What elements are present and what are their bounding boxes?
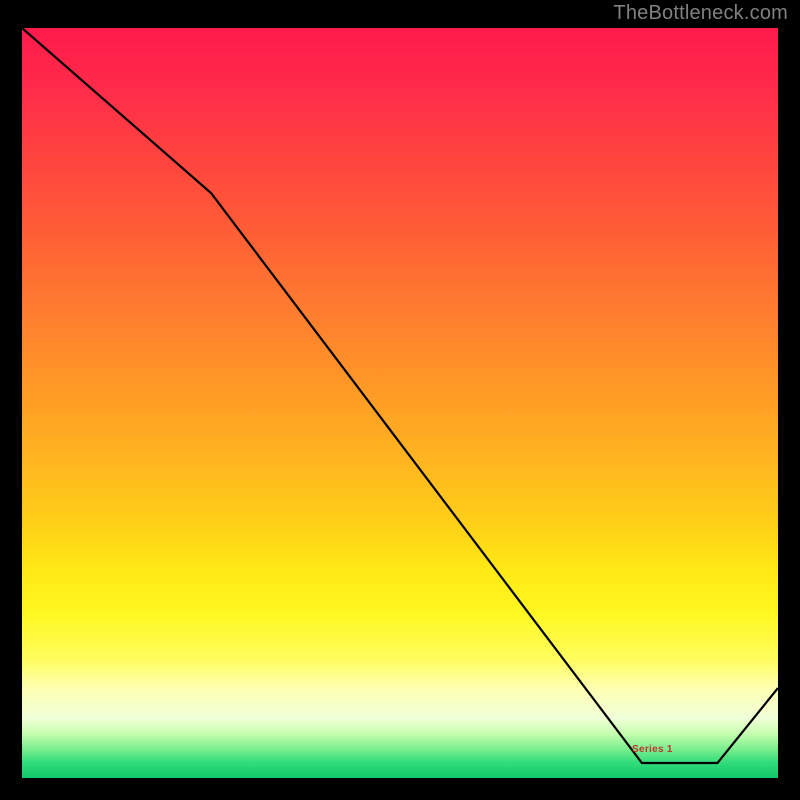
line-series-path [22,28,778,763]
series-label: Series 1 [632,744,673,755]
line-series [22,28,778,778]
chart-frame: TheBottleneck.com Series 1 [0,0,800,800]
plot-area: Series 1 [22,28,778,778]
watermark-text: TheBottleneck.com [613,2,788,25]
